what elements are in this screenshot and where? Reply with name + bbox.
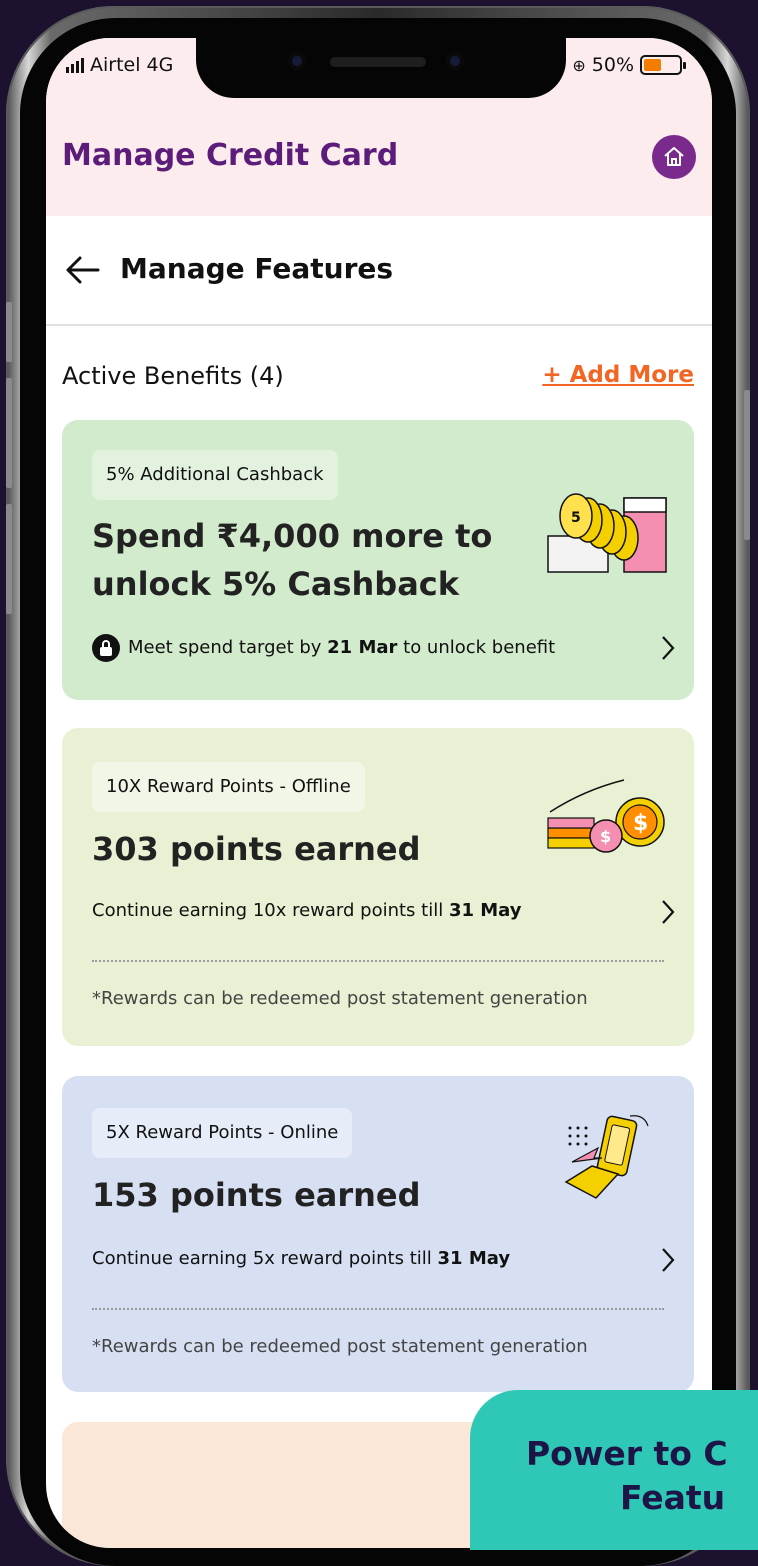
chevron-right-icon[interactable] bbox=[660, 1246, 676, 1274]
benefit-card-cashback[interactable]: 5% Additional Cashback Spend ₹4,000 more… bbox=[62, 420, 694, 700]
earpiece-speaker bbox=[330, 57, 426, 67]
carrier-name: Airtel 4G bbox=[90, 54, 174, 76]
page-title: Manage Credit Card bbox=[62, 138, 399, 173]
chevron-right-icon[interactable] bbox=[660, 898, 676, 926]
coin-stack-icon: 5 bbox=[547, 493, 667, 573]
active-benefits-header: Active Benefits (4) + Add More bbox=[62, 362, 694, 396]
front-sensor bbox=[288, 52, 306, 70]
unlock-date: 21 Mar bbox=[327, 637, 398, 658]
points-earned: 153 points earned bbox=[92, 1176, 421, 1214]
benefit-card-online[interactable]: 5X Reward Points - Online 153 points ear… bbox=[62, 1076, 694, 1392]
chevron-right-icon[interactable] bbox=[660, 634, 676, 662]
svg-text:$: $ bbox=[633, 811, 648, 836]
validity-prefix: Continue earning 10x reward points till bbox=[92, 900, 449, 921]
validity-prefix: Continue earning 5x reward points till bbox=[92, 1248, 438, 1269]
benefit-card-offline[interactable]: 10X Reward Points - Offline 303 points e… bbox=[62, 728, 694, 1046]
rotation-lock-icon: ⊕ bbox=[572, 55, 586, 75]
unlock-text-suffix: to unlock benefit bbox=[397, 637, 556, 658]
benefit-chip: 5X Reward Points - Online bbox=[92, 1108, 353, 1158]
lock-icon bbox=[92, 634, 120, 662]
volume-down-button bbox=[6, 504, 12, 614]
validity-date: 31 May bbox=[437, 1248, 511, 1269]
card-divider bbox=[92, 1308, 664, 1310]
benefit-title-line1: Spend ₹4,000 more to bbox=[92, 517, 493, 555]
promo-banner: Power to C Featu bbox=[470, 1390, 758, 1550]
phone-notch bbox=[196, 38, 566, 98]
card-divider bbox=[92, 960, 664, 962]
unlock-text-prefix: Meet spend target by bbox=[128, 637, 328, 658]
validity-date: 31 May bbox=[448, 900, 522, 921]
home-icon bbox=[664, 147, 684, 166]
home-button[interactable] bbox=[652, 135, 696, 179]
section-title: Active Benefits (4) bbox=[62, 362, 284, 390]
sub-header-title: Manage Features bbox=[120, 252, 394, 285]
promo-line-2: Featu bbox=[620, 1478, 726, 1517]
battery-icon bbox=[640, 55, 686, 75]
mobile-reward-icon bbox=[564, 1115, 649, 1199]
silent-switch bbox=[6, 302, 12, 362]
offer-validity-text: Continue earning 5x reward points till 3… bbox=[92, 1248, 510, 1269]
svg-text:$: $ bbox=[600, 827, 611, 846]
reward-coins-icon: $ $ bbox=[547, 779, 665, 853]
benefit-chip: 5% Additional Cashback bbox=[92, 450, 338, 500]
svg-text:5: 5 bbox=[571, 510, 581, 526]
add-more-link[interactable]: + Add More bbox=[542, 362, 694, 388]
benefit-unlock-text: Meet spend target by 21 Mar to unlock be… bbox=[92, 634, 555, 662]
arrow-left-icon[interactable] bbox=[64, 254, 100, 286]
offer-validity-text: Continue earning 10x reward points till … bbox=[92, 900, 522, 921]
points-earned: 303 points earned bbox=[92, 830, 421, 868]
sub-header: Manage Features bbox=[46, 216, 712, 326]
app-header: Airtel 4G ⊕ 50% Manage Credit Card bbox=[46, 38, 712, 216]
benefit-title-line2: unlock 5% Cashback bbox=[92, 565, 460, 603]
battery-percent: 50% bbox=[591, 54, 634, 76]
redeem-note: *Rewards can be redeemed post statement … bbox=[92, 1336, 588, 1357]
redeem-note: *Rewards can be redeemed post statement … bbox=[92, 988, 588, 1009]
signal-icon bbox=[66, 57, 84, 73]
front-camera bbox=[446, 52, 464, 70]
app-screen: Airtel 4G ⊕ 50% Manage Credit Card Manag… bbox=[46, 38, 712, 1548]
power-button bbox=[744, 390, 750, 540]
volume-up-button bbox=[6, 378, 12, 488]
benefit-chip: 10X Reward Points - Offline bbox=[92, 762, 365, 812]
promo-line-1: Power to C bbox=[526, 1434, 728, 1473]
